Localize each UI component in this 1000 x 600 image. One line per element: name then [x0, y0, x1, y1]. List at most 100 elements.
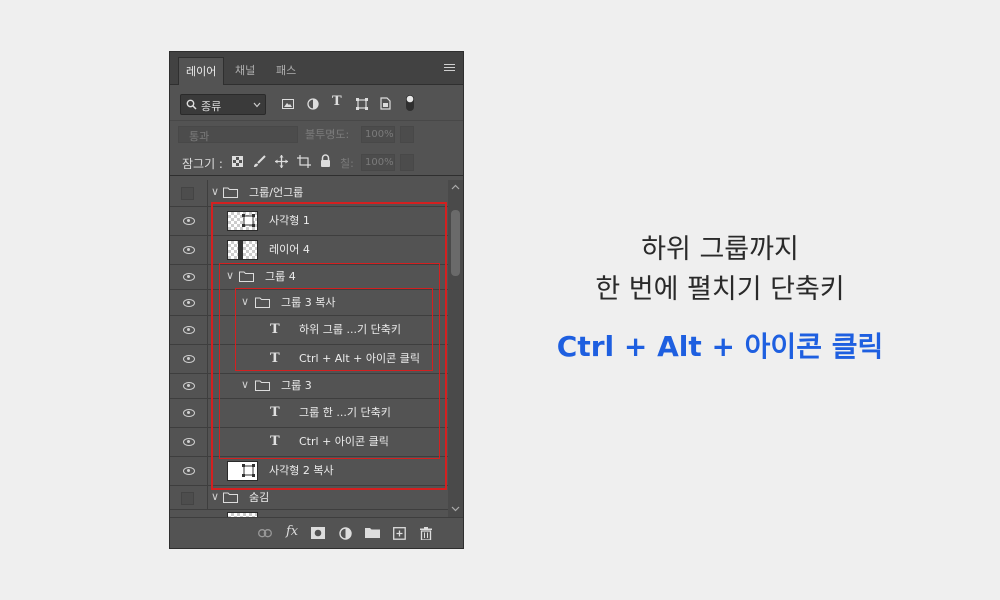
fx-icon[interactable]: fx — [286, 524, 298, 539]
opacity-label: 불투명도: — [305, 128, 350, 141]
layer-row[interactable]: T Ctrl + Alt + 아이콘 클릭 — [170, 345, 448, 374]
panel-menu-icon[interactable] — [444, 64, 455, 73]
shape-layer-thumbnail — [227, 461, 258, 481]
lock-all-icon[interactable] — [320, 154, 331, 167]
layer-row[interactable]: T 하위 그룹 ...기 단축키 — [170, 316, 448, 345]
layer-name: Ctrl + 아이콘 클릭 — [299, 435, 389, 448]
layer-name: 그룹 한 ...기 단축키 — [299, 406, 391, 419]
filter-kind-select[interactable]: 종류 — [180, 94, 266, 115]
layer-row[interactable]: ∨ 숨김 — [170, 486, 448, 510]
lock-label: 잠그기 : — [182, 157, 223, 171]
tab-paths[interactable]: 패스 — [269, 57, 303, 85]
layer-name: 사각형 2 복사 — [269, 464, 334, 477]
type-filter-icon[interactable]: T — [332, 94, 342, 109]
vector-mask-icon — [242, 214, 255, 227]
layer-row[interactable]: ∨ 그룹/언그룹 — [170, 180, 448, 207]
caption-line-2: 한 번에 펼치기 단축키 — [595, 274, 845, 305]
layer-row[interactable]: 사각형 1 — [170, 207, 448, 236]
layer-row[interactable]: T Ctrl + 아이콘 클릭 — [170, 428, 448, 457]
scrollbar-thumb[interactable] — [451, 210, 460, 276]
eye-icon[interactable] — [183, 409, 195, 417]
fill-dropdown[interactable] — [400, 154, 414, 171]
lock-transparent-icon[interactable] — [232, 156, 243, 167]
filter-kind-label: 종류 — [201, 100, 222, 113]
layer-name: 그룹 3 — [281, 379, 312, 392]
eye-icon[interactable] — [183, 382, 195, 390]
layer-name: 레이어 4 — [269, 243, 310, 256]
filter-row: 종류 T — [170, 85, 463, 115]
text-layer-icon: T — [270, 351, 280, 366]
adjustment-layer-icon[interactable] — [339, 527, 352, 540]
layer-name: 숨김 — [249, 490, 270, 504]
shape-layer-thumbnail — [227, 211, 258, 231]
panel-tabbar: 레이어 채널 패스 — [170, 52, 463, 85]
folder-icon — [223, 492, 238, 503]
layer-name: 그룹 3 복사 — [281, 295, 336, 309]
pixel-filter-icon[interactable] — [282, 99, 294, 109]
layer-name: 그룹/언그룹 — [249, 186, 304, 199]
link-icon[interactable] — [258, 529, 272, 538]
text-layer-icon: T — [270, 322, 280, 337]
opacity-dropdown[interactable] — [400, 126, 414, 143]
pixel-layer-thumbnail — [227, 240, 258, 260]
trash-icon[interactable] — [420, 527, 432, 540]
eye-icon[interactable] — [183, 355, 195, 363]
eye-icon[interactable] — [183, 298, 195, 307]
layer-row[interactable]: ∨ 그룹 3 복사 — [170, 290, 448, 316]
layer-row[interactable]: ∨ 그룹 3 — [170, 374, 448, 399]
scroll-down-icon[interactable] — [451, 506, 460, 512]
tab-layers[interactable]: 레이어 — [178, 57, 225, 85]
text-layer-icon: T — [270, 405, 280, 420]
layer-row[interactable]: T 그룹 한 ...기 단축키 — [170, 399, 448, 428]
layer-row[interactable]: 레이어 4 — [170, 236, 448, 265]
layer-list: ∨ 그룹/언그룹 사각형 1 레이어 4 ∨ 그룹 4 ∨ 그룹 3 복사 T … — [170, 180, 448, 517]
chevron-down-icon[interactable]: ∨ — [241, 295, 249, 308]
layer-name: 그룹 4 — [265, 270, 296, 283]
chevron-down-icon — [253, 102, 261, 108]
chevron-down-icon[interactable]: ∨ — [211, 185, 219, 198]
text-layer-icon: T — [270, 434, 280, 449]
layer-scrollbar[interactable] — [448, 180, 463, 517]
eye-icon[interactable] — [183, 467, 195, 475]
chevron-down-icon[interactable]: ∨ — [211, 490, 219, 503]
eye-icon[interactable] — [183, 326, 195, 334]
blend-mode-label: 통과 — [189, 130, 210, 143]
layer-row[interactable] — [170, 510, 448, 517]
filter-toggle-icon[interactable] — [405, 94, 415, 112]
caption-line-1: 하위 그룹까지 — [641, 234, 799, 265]
visibility-off-box[interactable] — [181, 187, 194, 200]
new-layer-icon[interactable] — [393, 527, 406, 540]
eye-icon[interactable] — [183, 246, 195, 254]
layer-name: 하위 그룹 ...기 단축키 — [299, 323, 401, 336]
layer-row[interactable]: ∨ 그룹 4 — [170, 265, 448, 290]
eye-icon[interactable] — [183, 273, 195, 281]
lock-row: 잠그기 : 칠: 100% — [170, 148, 463, 176]
layers-panel: 레이어 채널 패스 종류 T 통과 불투명도: 100% 잠그기: 칠: 10… — [169, 51, 464, 549]
folder-icon — [223, 187, 238, 198]
eye-icon[interactable] — [183, 438, 195, 446]
vector-mask-icon — [242, 464, 255, 477]
eye-icon[interactable] — [183, 217, 195, 225]
adjustment-filter-icon[interactable] — [307, 98, 319, 110]
blend-mode-select[interactable]: 통과 — [178, 126, 298, 143]
fill-label: 칠: — [340, 157, 354, 170]
new-group-icon[interactable] — [365, 527, 380, 538]
blend-row: 통과 불투명도: 100% — [170, 120, 463, 146]
tab-channels[interactable]: 채널 — [228, 57, 262, 85]
chevron-down-icon[interactable]: ∨ — [241, 378, 249, 391]
scroll-up-icon[interactable] — [451, 184, 460, 190]
shape-filter-icon[interactable] — [356, 98, 368, 110]
layer-row[interactable]: 사각형 2 복사 — [170, 457, 448, 486]
lock-brush-icon[interactable] — [253, 155, 266, 168]
lock-move-icon[interactable] — [275, 155, 288, 168]
shortcut-label: Ctrl + Alt + 아이콘 클릭 — [556, 330, 884, 363]
fill-input[interactable]: 100% — [361, 154, 395, 171]
opacity-input[interactable]: 100% — [361, 126, 395, 143]
lock-artboard-icon[interactable] — [297, 155, 311, 168]
smart-object-filter-icon[interactable] — [380, 97, 391, 110]
add-mask-icon[interactable] — [311, 527, 325, 539]
search-icon — [186, 99, 197, 110]
visibility-off-box[interactable] — [181, 491, 194, 505]
chevron-down-icon[interactable]: ∨ — [226, 269, 234, 282]
layer-name: 사각형 1 — [269, 214, 310, 227]
